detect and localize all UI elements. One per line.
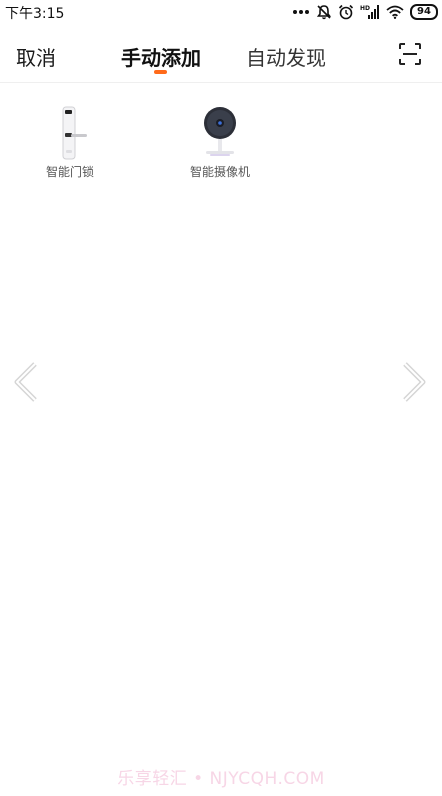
tab-auto-discover[interactable]: 自动发现 [246, 42, 326, 71]
device-smart-lock[interactable]: 智能门锁 [20, 104, 120, 180]
smart-lock-icon [62, 106, 87, 160]
svg-text:HD: HD [360, 5, 370, 12]
device-smart-camera[interactable]: 智能摄像机 [170, 104, 270, 180]
device-label: 智能门锁 [45, 165, 94, 179]
header: 取消 手动添加 自动发现 [0, 30, 442, 83]
status-icons: HD 94 [292, 2, 438, 22]
wifi-icon [386, 5, 404, 19]
device-image [20, 104, 120, 160]
chevron-left-icon[interactable] [11, 360, 39, 404]
tab-manual-add[interactable]: 手动添加 [121, 42, 201, 71]
alarm-icon [338, 4, 354, 20]
device-label: 智能摄像机 [189, 165, 250, 179]
hd-signal-icon: HD [360, 5, 379, 19]
dots-icon [293, 10, 309, 14]
status-time: 下午3:15 [5, 6, 65, 22]
cancel-button[interactable]: 取消 [16, 42, 56, 71]
scan-icon[interactable] [398, 42, 422, 66]
chevron-right-icon[interactable] [401, 360, 429, 404]
status-bar: 下午3:15 HD 94 [0, 0, 442, 24]
camera-icon [204, 107, 236, 156]
device-image [170, 104, 270, 160]
watermark: 乐享轻汇 • NJYCQH.COM [117, 769, 325, 789]
active-tab-indicator [154, 70, 167, 74]
mute-bell-icon [316, 5, 332, 20]
battery-icon: 94 [410, 4, 438, 20]
